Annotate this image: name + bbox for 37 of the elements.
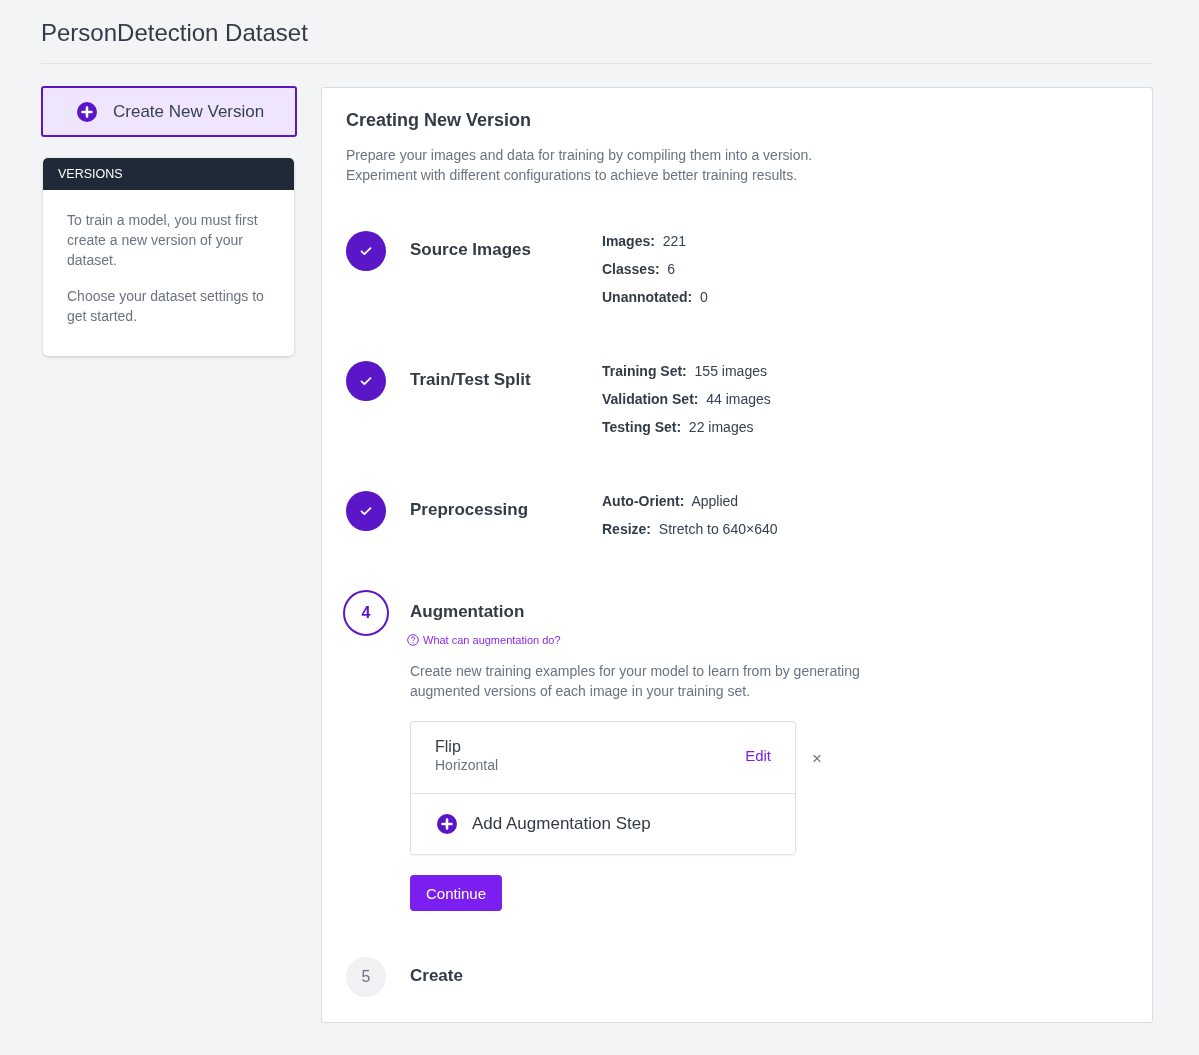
detail-text: Resize: Stretch to 640×640 (602, 520, 778, 539)
plus-circle-icon (437, 814, 457, 834)
continue-button[interactable]: Continue (410, 875, 503, 911)
info-text: To train a model, you must first create a new version of your dataset. (67, 211, 259, 270)
description-text: Prepare your images and data for training by compiling them into a version. (346, 146, 814, 165)
help-link[interactable]: What can augmentation do? (407, 634, 561, 646)
step-title: Source Images (410, 239, 532, 261)
step-title: Create (410, 965, 464, 986)
add-augmentation-button[interactable]: Add Augmentation Step (411, 794, 795, 854)
page-title: PersonDetection Dataset (41, 18, 308, 47)
detail-text: Testing Set: 22 images (602, 418, 755, 437)
step-title: Augmentation (410, 601, 526, 622)
detail-text: Unannotated: 0 (602, 288, 708, 307)
detail-text: Classes: 6 (602, 260, 677, 279)
step-complete-icon (346, 361, 386, 401)
detail-text: Images: 221 (602, 232, 688, 251)
detail-text: Training Set: 155 images (602, 362, 768, 381)
detail-text: Auto-Orient: Applied (602, 492, 740, 511)
edit-link[interactable]: Edit (745, 747, 771, 764)
step-number: 5 (346, 957, 386, 997)
description-text: Experiment with different configurations to achieve better training results. (346, 166, 799, 185)
step-complete-icon (346, 491, 386, 531)
info-text: Choose your dataset settings to get started. (67, 287, 265, 326)
augmentation-value: Horizontal (435, 757, 499, 773)
panel-header: VERSIONS (43, 158, 294, 190)
help-icon (407, 634, 419, 646)
section-title: Creating New Version (346, 110, 533, 131)
step-number: 4 (343, 590, 389, 636)
step-title: Train/Test Split (410, 369, 532, 391)
plus-circle-icon (77, 101, 97, 122)
augmentation-name: Flip (435, 738, 462, 756)
step-title: Preprocessing (410, 499, 530, 521)
step-complete-icon (346, 231, 386, 271)
close-button[interactable]: × (810, 749, 824, 769)
description-text: Create new training examples for your model to learn from by generating augmented versions of each image in your training set. (410, 662, 861, 701)
detail-text: Validation Set: 44 images (602, 390, 771, 409)
create-version-button[interactable]: Create New Version (41, 86, 297, 137)
